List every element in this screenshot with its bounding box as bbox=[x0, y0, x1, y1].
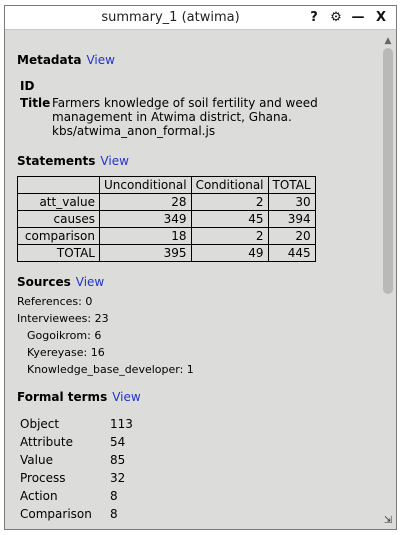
title-value: Farmers knowledge of soil fertility and … bbox=[52, 96, 318, 138]
interviewees-count: Interviewees: 23 bbox=[17, 312, 109, 325]
metadata-title: Metadata bbox=[17, 53, 82, 67]
metadata-heading: Metadata View bbox=[17, 51, 380, 69]
formal-terms-list: Object 113 Attribute 54 Value 85 Process… bbox=[20, 415, 380, 523]
term-count: 8 bbox=[110, 507, 118, 521]
list-item: Knowledge_base_developer: 1 bbox=[27, 363, 194, 376]
unconditional-cell: 28 bbox=[99, 193, 192, 211]
term-count: 54 bbox=[110, 435, 126, 449]
id-value bbox=[52, 79, 352, 96]
term-name: Attribute bbox=[20, 435, 73, 449]
row-label: comparison bbox=[17, 227, 100, 245]
list-item: Value 85 bbox=[20, 451, 380, 469]
close-button[interactable]: X bbox=[372, 9, 390, 27]
title-row: Title Farmers knowledge of soil fertilit… bbox=[20, 96, 380, 138]
title-label: Title bbox=[20, 96, 51, 110]
statements-table: Unconditional Conditional TOTAL att_valu… bbox=[17, 176, 316, 262]
term-name: Action bbox=[20, 489, 58, 503]
table-header-cell: Unconditional bbox=[99, 176, 192, 194]
formal-terms-title: Formal terms bbox=[17, 390, 108, 404]
statements-view-link[interactable]: View bbox=[100, 154, 128, 168]
metadata-block: ID Title Farmers knowledge of soil ferti… bbox=[17, 79, 380, 138]
conditional-cell: 45 bbox=[190, 210, 269, 228]
table-row: comparison 18 2 20 bbox=[17, 227, 316, 245]
table-header-row: Unconditional Conditional TOTAL bbox=[17, 176, 316, 194]
resize-grip-icon[interactable]: ⇲ bbox=[382, 515, 394, 527]
conditional-cell: 2 bbox=[190, 193, 269, 211]
total-cell: 20 bbox=[267, 227, 316, 245]
term-count: 32 bbox=[110, 471, 126, 485]
list-item: Object 113 bbox=[20, 415, 380, 433]
term-name: Object bbox=[20, 417, 60, 431]
summary-window: summary_1 (atwima) ? ⚙ — X Metadata View … bbox=[4, 5, 397, 530]
term-count: 85 bbox=[110, 453, 126, 467]
term-name: Value bbox=[20, 453, 53, 467]
table-row: causes 349 45 394 bbox=[17, 210, 316, 228]
row-label: att_value bbox=[17, 193, 100, 211]
window-title: summary_1 (atwima) bbox=[101, 10, 240, 25]
help-button[interactable]: ? bbox=[305, 9, 323, 27]
term-count: 8 bbox=[110, 489, 118, 503]
statements-heading: Statements View bbox=[17, 152, 380, 170]
scroll-up-arrow-icon[interactable]: ▲ bbox=[382, 36, 394, 46]
unconditional-cell: 18 bbox=[99, 227, 192, 245]
references-count: References: 0 bbox=[17, 295, 93, 308]
id-row: ID bbox=[20, 79, 380, 96]
settings-gear-icon[interactable]: ⚙ bbox=[327, 9, 345, 27]
row-label: causes bbox=[17, 210, 100, 228]
table-row: TOTAL 395 49 445 bbox=[17, 244, 316, 262]
id-label: ID bbox=[20, 79, 35, 93]
statements-title: Statements bbox=[17, 154, 96, 168]
sources-heading: Sources View bbox=[17, 273, 380, 291]
row-label: TOTAL bbox=[17, 244, 100, 262]
sources-view-link[interactable]: View bbox=[76, 275, 104, 289]
unconditional-cell: 395 bbox=[99, 244, 192, 262]
unconditional-cell: 349 bbox=[99, 210, 192, 228]
title-bar[interactable]: summary_1 (atwima) ? ⚙ — X bbox=[5, 6, 396, 30]
term-name: Comparison bbox=[20, 507, 92, 521]
list-item: Action 8 bbox=[20, 487, 380, 505]
scrollbar-thumb[interactable] bbox=[383, 48, 393, 294]
term-count: 113 bbox=[110, 417, 133, 431]
table-header-cell: Conditional bbox=[190, 176, 269, 194]
summary-content: Metadata View ID Title Farmers knowledge … bbox=[5, 31, 380, 529]
list-item: Process 32 bbox=[20, 469, 380, 487]
conditional-cell: 49 bbox=[190, 244, 269, 262]
list-item: Attribute 54 bbox=[20, 433, 380, 451]
formal-terms-view-link[interactable]: View bbox=[112, 390, 140, 404]
total-cell: 394 bbox=[267, 210, 316, 228]
minimize-button[interactable]: — bbox=[349, 9, 367, 27]
sources-title: Sources bbox=[17, 275, 71, 289]
total-cell: 30 bbox=[267, 193, 316, 211]
metadata-view-link[interactable]: View bbox=[86, 53, 114, 67]
list-item: Kyereyase: 16 bbox=[27, 346, 105, 359]
table-header-cell: TOTAL bbox=[267, 176, 316, 194]
conditional-cell: 2 bbox=[190, 227, 269, 245]
total-cell: 445 bbox=[267, 244, 316, 262]
list-item: Comparison 8 bbox=[20, 505, 380, 523]
term-name: Process bbox=[20, 471, 66, 485]
table-header-cell bbox=[17, 176, 100, 194]
list-item: Gogoikrom: 6 bbox=[27, 329, 102, 342]
formal-terms-heading: Formal terms View bbox=[17, 388, 380, 406]
table-row: att_value 28 2 30 bbox=[17, 193, 316, 211]
